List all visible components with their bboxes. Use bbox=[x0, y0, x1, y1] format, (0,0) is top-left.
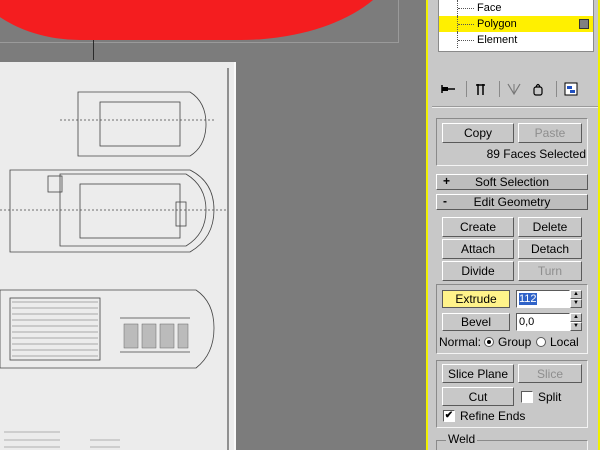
bevel-amount-field[interactable]: 0,0 bbox=[516, 313, 570, 331]
extrude-button[interactable]: Extrude bbox=[442, 290, 510, 308]
selection-status: 89 Faces Selected bbox=[486, 147, 586, 161]
normal-local-radio[interactable] bbox=[536, 337, 546, 347]
normal-group-radio[interactable] bbox=[484, 337, 494, 347]
spin-down-icon[interactable]: ▼ bbox=[570, 299, 582, 308]
weld-group-title: Weld bbox=[446, 432, 478, 446]
subobject-list[interactable]: Face Polygon Element bbox=[438, 0, 594, 52]
spin-down-icon[interactable]: ▼ bbox=[570, 322, 582, 331]
modifier-stack-toolbar bbox=[438, 78, 594, 100]
normal-local-label: Local bbox=[550, 335, 579, 349]
collapse-icon: - bbox=[443, 194, 447, 208]
slice-plane-button[interactable]: Slice Plane bbox=[442, 364, 514, 383]
grid-line bbox=[0, 42, 398, 43]
turn-button[interactable]: Turn bbox=[518, 261, 582, 281]
spinner-arrows[interactable]: ▲ ▼ bbox=[570, 290, 582, 308]
modifier-rollouts: Copy Paste 89 Faces Selected + Soft Sele… bbox=[434, 118, 592, 450]
bevel-amount-spinner[interactable]: 0,0 ▲ ▼ bbox=[516, 313, 582, 331]
grid-line bbox=[398, 0, 399, 43]
refine-ends-checkbox[interactable]: ✔ bbox=[443, 410, 455, 422]
spin-up-icon[interactable]: ▲ bbox=[570, 313, 582, 322]
command-panel: Face Polygon Element Copy Paste 89 Faces… bbox=[426, 0, 600, 450]
detach-button[interactable]: Detach bbox=[518, 239, 582, 259]
subobject-label: Polygon bbox=[477, 18, 517, 30]
split-label: Split bbox=[538, 390, 562, 404]
toolbar-separator bbox=[499, 81, 500, 97]
perspective-viewport[interactable] bbox=[0, 0, 426, 450]
toolbar-separator bbox=[466, 81, 467, 97]
delete-button[interactable]: Delete bbox=[518, 217, 582, 237]
extrude-amount-field[interactable]: 112 bbox=[516, 290, 570, 308]
pin-stack-icon[interactable] bbox=[438, 79, 458, 99]
tree-connector bbox=[457, 0, 474, 16]
bevel-button[interactable]: Bevel bbox=[442, 313, 510, 331]
tree-connector bbox=[457, 16, 474, 32]
subobject-face[interactable]: Face bbox=[439, 0, 593, 16]
normal-label: Normal: bbox=[439, 335, 482, 349]
make-unique-icon[interactable] bbox=[504, 79, 524, 99]
normal-group-label: Group bbox=[498, 335, 532, 349]
subobject-element[interactable]: Element bbox=[439, 32, 593, 48]
cut-button[interactable]: Cut bbox=[442, 387, 514, 406]
edit-geometry-rollout[interactable]: - Edit Geometry bbox=[436, 194, 588, 210]
refine-ends-label: Refine Ends bbox=[460, 409, 526, 423]
tree-connector bbox=[457, 32, 474, 48]
color-swatch-icon bbox=[579, 19, 589, 29]
show-end-result-icon[interactable] bbox=[471, 79, 491, 99]
rollout-title: Edit Geometry bbox=[473, 195, 551, 209]
create-button[interactable]: Create bbox=[442, 217, 514, 237]
toolbar-separator bbox=[556, 81, 557, 97]
split-checkbox[interactable] bbox=[521, 391, 533, 403]
rollout-title: Soft Selection bbox=[474, 175, 550, 189]
blueprint-reference-plane[interactable] bbox=[0, 62, 236, 450]
red-mesh-object[interactable] bbox=[0, 0, 400, 40]
divide-button[interactable]: Divide bbox=[442, 261, 514, 281]
attach-button[interactable]: Attach bbox=[442, 239, 514, 259]
subobject-label: Element bbox=[477, 34, 518, 46]
configure-sets-icon[interactable] bbox=[561, 79, 581, 99]
slice-button[interactable]: Slice bbox=[518, 364, 582, 383]
blueprint-drawing bbox=[0, 68, 229, 450]
spinner-arrows[interactable]: ▲ ▼ bbox=[570, 313, 582, 331]
object-edge-line bbox=[93, 40, 94, 60]
remove-modifier-icon[interactable] bbox=[528, 79, 548, 99]
soft-selection-rollout[interactable]: + Soft Selection bbox=[436, 174, 588, 190]
extrude-amount-spinner[interactable]: 112 ▲ ▼ bbox=[516, 290, 582, 308]
subobject-polygon[interactable]: Polygon bbox=[439, 16, 593, 32]
paste-button[interactable]: Paste bbox=[518, 123, 582, 143]
panel-divider bbox=[432, 106, 598, 108]
expand-icon: + bbox=[443, 174, 451, 188]
copy-button[interactable]: Copy bbox=[442, 123, 514, 143]
subobject-label: Face bbox=[477, 2, 502, 14]
spin-up-icon[interactable]: ▲ bbox=[570, 290, 582, 299]
extrude-value: 112 bbox=[519, 293, 537, 305]
